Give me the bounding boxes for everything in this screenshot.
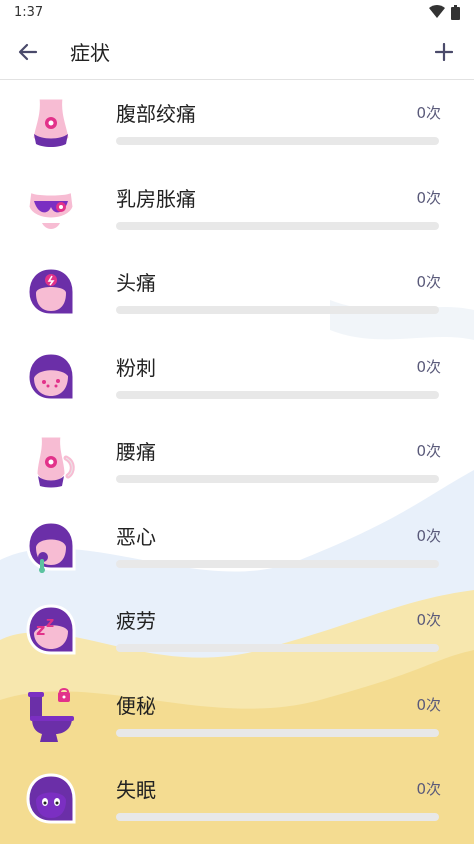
- symptom-row-breast-tenderness[interactable]: 乳房胀痛 0次: [0, 165, 474, 250]
- plus-icon: [435, 43, 453, 61]
- symptom-label: 头痛: [116, 271, 156, 295]
- symptom-row-constipation[interactable]: 便秘 0次: [0, 672, 474, 757]
- acne-icon: [26, 350, 76, 401]
- symptom-progress-track: [116, 390, 439, 399]
- back-button[interactable]: [0, 24, 56, 80]
- symptom-progress-track: [116, 644, 439, 652]
- symptom-list: 腹部绞痛 0次 乳房胀痛 0次 头痛 0次 粉刺 0次 腰痛 0次 恶心 0次 …: [0, 80, 474, 841]
- breast-tenderness-icon: [26, 187, 76, 229]
- fatigue-icon: z z: [26, 604, 76, 655]
- symptom-progress-track: [116, 728, 439, 737]
- symptom-row-acne[interactable]: 粉刺 0次: [0, 334, 474, 419]
- symptom-progress-track: [116, 559, 439, 568]
- symptom-progress-track: [116, 475, 439, 483]
- constipation-icon: [28, 687, 74, 742]
- app-bar: 症状: [0, 24, 474, 80]
- battery-icon: [451, 4, 460, 20]
- status-icons: [429, 4, 460, 20]
- add-symptom-button[interactable]: [422, 24, 466, 80]
- symptom-label: 失眠: [116, 778, 156, 802]
- symptom-count: 0次: [416, 611, 441, 629]
- symptom-label: 腰痛: [116, 440, 156, 464]
- symptom-progress-track: [116, 137, 439, 145]
- symptom-count: 0次: [416, 357, 441, 376]
- symptom-count: 0次: [416, 104, 441, 122]
- symptom-label: 粉刺: [116, 355, 156, 380]
- symptom-row-back-pain[interactable]: 腰痛 0次: [0, 418, 474, 503]
- nausea-icon: [26, 519, 76, 573]
- symptom-progress-track: [116, 221, 439, 230]
- headache-icon: [26, 266, 76, 317]
- svg-text:z: z: [36, 620, 45, 639]
- arrow-back-icon: [18, 43, 38, 60]
- status-bar: 1:37: [0, 0, 474, 24]
- symptom-label: 便秘: [116, 693, 156, 718]
- status-time: 1:37: [14, 4, 44, 20]
- symptom-progress-track: [116, 306, 439, 314]
- symptom-count: 0次: [416, 695, 441, 714]
- symptom-count: 0次: [416, 273, 441, 291]
- symptom-count: 0次: [416, 442, 441, 460]
- symptom-row-headache[interactable]: 头痛 0次: [0, 249, 474, 334]
- symptom-count: 0次: [416, 188, 441, 207]
- page-title: 症状: [70, 41, 110, 65]
- wifi-icon: [429, 5, 445, 18]
- symptom-count: 0次: [416, 780, 441, 798]
- symptom-row-insomnia[interactable]: 失眠 0次: [0, 756, 474, 841]
- symptom-label: 恶心: [116, 524, 156, 549]
- back-pain-icon: [34, 434, 75, 488]
- symptom-row-abdomen-cramp[interactable]: 腹部绞痛 0次: [0, 80, 474, 165]
- svg-text:z: z: [46, 615, 54, 631]
- symptom-label: 腹部绞痛: [116, 102, 196, 126]
- insomnia-icon: [26, 773, 76, 824]
- symptom-label: 乳房胀痛: [116, 186, 196, 211]
- abdomen-cramp-icon: [30, 96, 72, 147]
- symptom-label: 疲劳: [116, 609, 156, 633]
- symptom-row-fatigue[interactable]: z z 疲劳 0次: [0, 587, 474, 672]
- symptom-progress-track: [116, 813, 439, 821]
- symptom-count: 0次: [416, 526, 441, 545]
- symptom-row-nausea[interactable]: 恶心 0次: [0, 503, 474, 588]
